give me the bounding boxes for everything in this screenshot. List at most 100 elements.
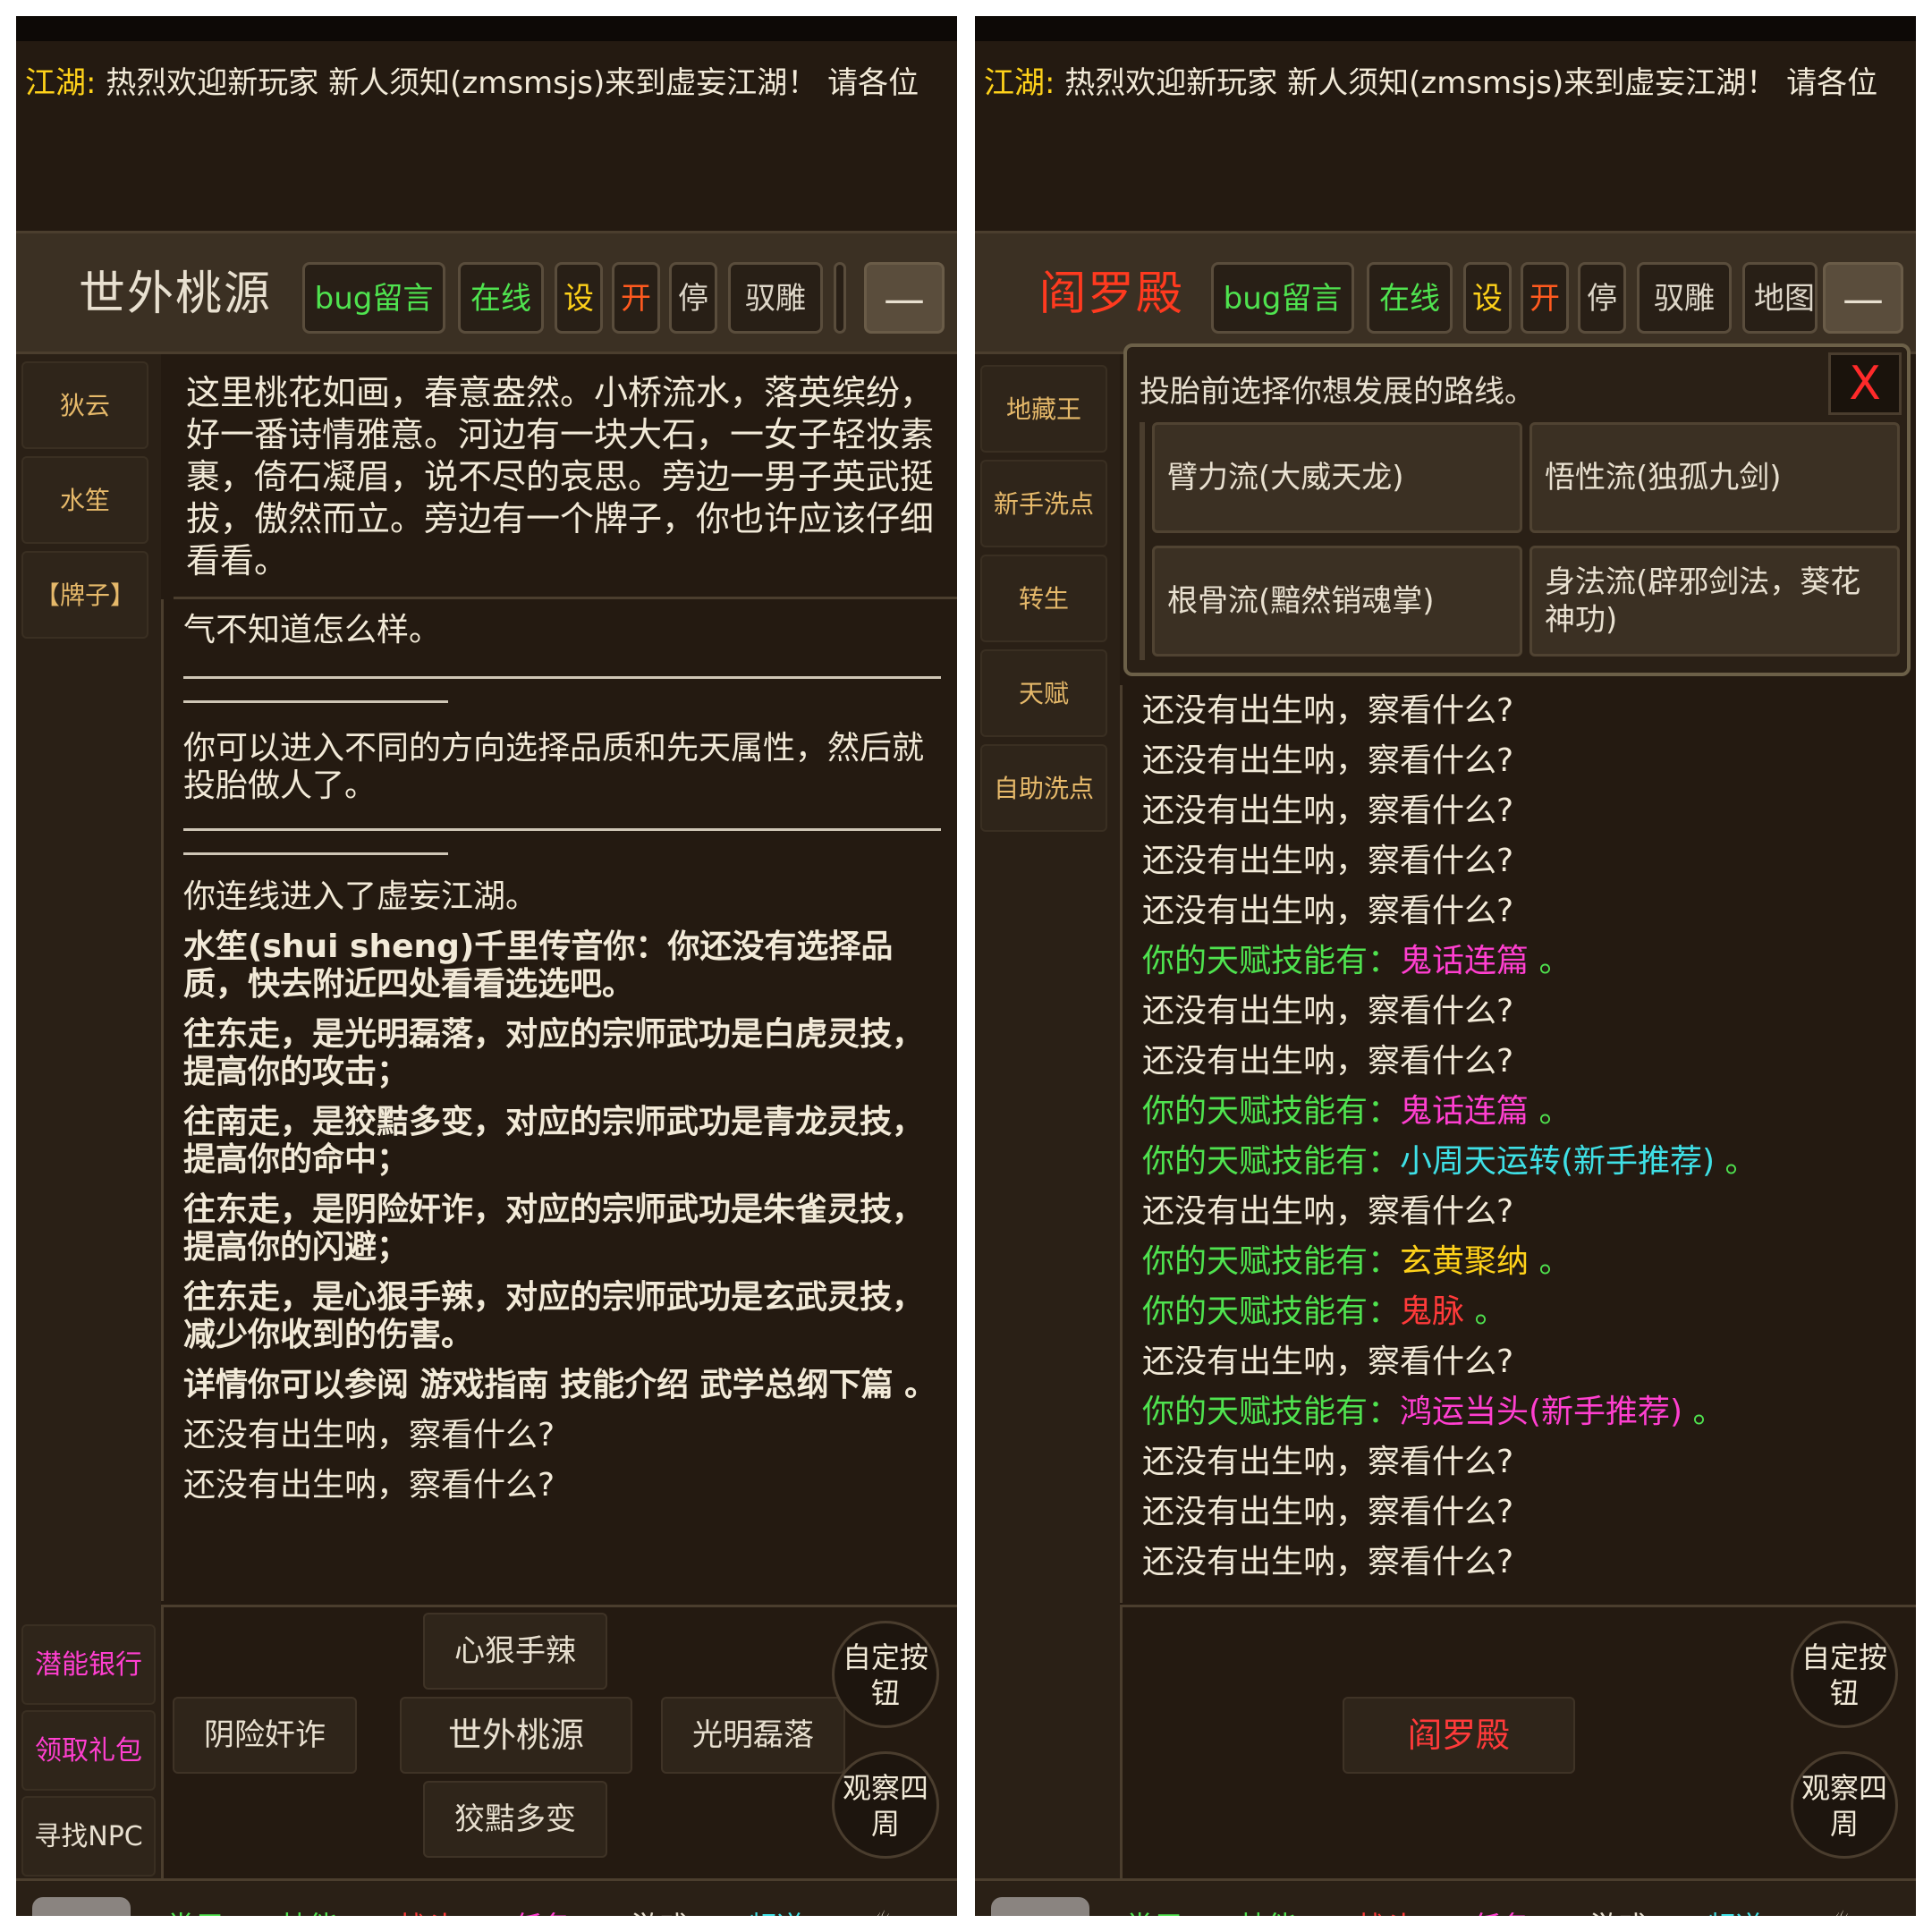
- talent-line: 你的天赋技能有：鸿运当头(新手推荐) 。: [1142, 1394, 1900, 1431]
- steam-icon[interactable]: ♨: [1830, 1904, 1856, 1916]
- tame-eagle-button[interactable]: 驭雕: [728, 262, 823, 334]
- item-button-sign[interactable]: 【牌子】: [21, 551, 148, 639]
- room-header: 世外桃源 bug留言 在线 设 开 停 驭雕 —: [16, 231, 957, 354]
- stop-button[interactable]: 停: [1578, 262, 1626, 334]
- potential-bank-button[interactable]: 潜能银行: [21, 1624, 156, 1705]
- log-line: 还没有出生呐，察看什么?: [1142, 1043, 1514, 1080]
- bottom-tab-bar: 常用 技能 战斗 任务 游戏 频道 ♨: [975, 1878, 1916, 1916]
- tab-common[interactable]: 常用: [1125, 1904, 1182, 1916]
- left-game-screen: 江湖: 热烈欢迎新玩家 新人须知(zmsmsjs)来到虚妄江湖！ 请各位 世外桃…: [16, 16, 957, 1916]
- custom-button[interactable]: 自定按钮: [832, 1621, 939, 1728]
- map-button[interactable]: [834, 262, 846, 334]
- marquee-text: 热烈欢迎新玩家 新人须知(zmsmsjs)来到虚妄江湖！ 请各位: [1055, 65, 1878, 101]
- bug-report-button[interactable]: bug留言: [1211, 262, 1354, 334]
- talent-prefix: 你的天赋技能有：: [1142, 943, 1401, 979]
- log-line: 还没有出生呐，察看什么?: [1142, 1544, 1514, 1580]
- menu-icon[interactable]: [991, 1897, 1089, 1916]
- path-option-comprehension[interactable]: 悟性流(独孤九剑): [1530, 422, 1900, 533]
- tab-channel[interactable]: 频道: [1707, 1904, 1764, 1916]
- tab-skills[interactable]: 技能: [1240, 1904, 1297, 1916]
- talent-skill: 小周天运转(新手推荐): [1400, 1143, 1716, 1180]
- online-button[interactable]: 在线: [1367, 262, 1453, 334]
- log-line: 还没有出生呐，察看什么?: [1142, 893, 1514, 929]
- rebirth-button[interactable]: 转生: [980, 555, 1107, 642]
- tab-combat[interactable]: 战斗: [397, 1904, 454, 1916]
- bug-report-button[interactable]: bug留言: [302, 262, 445, 334]
- talent-skill: 鬼话连篇: [1400, 943, 1530, 979]
- minimize-button[interactable]: —: [864, 262, 945, 334]
- steam-icon[interactable]: ♨: [871, 1904, 897, 1916]
- npc-button-diyun[interactable]: 狄云: [21, 361, 148, 449]
- settings-button[interactable]: 设: [555, 262, 603, 334]
- custom-button[interactable]: 自定按钮: [1791, 1621, 1898, 1728]
- tab-game[interactable]: 游戏: [631, 1904, 689, 1916]
- open-button[interactable]: 开: [1521, 262, 1569, 334]
- dialog-scrollbar[interactable]: [1140, 422, 1145, 660]
- claim-gift-button[interactable]: 领取礼包: [21, 1710, 156, 1791]
- log-divider: [183, 828, 941, 831]
- bottom-tab-bar: 常用 技能 战斗 任务 游戏 频道 ♨: [16, 1878, 957, 1916]
- path-option-strength[interactable]: 臂力流(大威天龙): [1152, 422, 1522, 533]
- look-around-button[interactable]: 观察四周: [832, 1751, 939, 1859]
- exit-north-button[interactable]: 心狠手辣: [423, 1613, 607, 1690]
- current-room-button[interactable]: 阎罗殿: [1343, 1697, 1575, 1774]
- log-line: 还没有出生呐，察看什么?: [1142, 742, 1514, 779]
- talent-button[interactable]: 天赋: [980, 649, 1107, 737]
- find-npc-button[interactable]: 寻找NPC: [21, 1796, 156, 1877]
- log-divider-short: [183, 700, 448, 703]
- tab-quests[interactable]: 任务: [513, 1904, 571, 1916]
- room-header: 阎罗殿 bug留言 在线 设 开 停 驭雕 地图 —: [975, 231, 1916, 354]
- path-option-agility[interactable]: 身法流(辟邪剑法，葵花神功): [1530, 546, 1900, 657]
- exit-south-button[interactable]: 狡黠多变: [423, 1781, 607, 1858]
- right-game-screen: 江湖: 热烈欢迎新玩家 新人须知(zmsmsjs)来到虚妄江湖！ 请各位 阎罗殿…: [975, 16, 1916, 1916]
- newbie-reset-button[interactable]: 新手洗点: [980, 460, 1107, 547]
- path-option-constitution[interactable]: 根骨流(黯然销魂掌): [1152, 546, 1522, 657]
- status-bar: [16, 16, 957, 41]
- minimize-button[interactable]: —: [1823, 262, 1903, 334]
- stop-button[interactable]: 停: [669, 262, 717, 334]
- self-reset-button[interactable]: 自助洗点: [980, 744, 1107, 832]
- talent-line: 你的天赋技能有：玄黄聚纳 。: [1142, 1243, 1900, 1281]
- close-icon[interactable]: X: [1828, 352, 1902, 415]
- log-line: 往东走，是阴险奸诈，对应的宗师武功是朱雀灵技，提高你的闪避；: [183, 1191, 925, 1266]
- talent-prefix: 你的天赋技能有：: [1142, 1394, 1401, 1430]
- log-line: 还没有出生呐，察看什么?: [183, 1467, 555, 1504]
- talent-prefix: 你的天赋技能有：: [1142, 1243, 1401, 1280]
- log-divider: [183, 676, 941, 679]
- online-button[interactable]: 在线: [458, 262, 544, 334]
- menu-icon[interactable]: [32, 1897, 131, 1916]
- exit-east-button[interactable]: 光明磊落: [661, 1697, 845, 1774]
- log-line: 详情你可以参阅 游戏指南 技能介绍 武学总纲下篇 。: [183, 1367, 937, 1403]
- marquee-text: 热烈欢迎新玩家 新人须知(zmsmsjs)来到虚妄江湖！ 请各位: [96, 65, 919, 101]
- tab-common[interactable]: 常用: [166, 1904, 224, 1916]
- log-line: 还没有出生呐，察看什么?: [1142, 843, 1514, 879]
- tab-channel[interactable]: 频道: [748, 1904, 805, 1916]
- tab-skills[interactable]: 技能: [281, 1904, 338, 1916]
- talent-line: 你的天赋技能有：小周天运转(新手推荐) 。: [1142, 1143, 1900, 1181]
- log-line: 往东走，是光明磊落，对应的宗师武功是白虎灵技，提高你的攻击；: [183, 1016, 925, 1090]
- announcement-marquee: 江湖: 热烈欢迎新玩家 新人须知(zmsmsjs)来到虚妄江湖！ 请各位: [984, 52, 1916, 114]
- log-line: 还没有出生呐，察看什么?: [183, 1417, 555, 1453]
- talent-line: 你的天赋技能有：鬼话连篇 。: [1142, 943, 1900, 980]
- talent-end: 。: [1529, 1243, 1572, 1280]
- look-around-button[interactable]: 观察四周: [1791, 1751, 1898, 1859]
- tab-quests[interactable]: 任务: [1472, 1904, 1530, 1916]
- tab-combat[interactable]: 战斗: [1356, 1904, 1413, 1916]
- current-room-button[interactable]: 世外桃源: [400, 1697, 632, 1774]
- tame-eagle-button[interactable]: 驭雕: [1637, 262, 1732, 334]
- tab-game[interactable]: 游戏: [1590, 1904, 1648, 1916]
- log-line: 水笙(shui sheng)千里传音你：你还没有选择品质，快去附近四处看看选选吧…: [183, 928, 894, 1003]
- room-title: 阎罗殿: [1039, 267, 1185, 321]
- open-button[interactable]: 开: [612, 262, 660, 334]
- npc-sidebar: 地藏王 新手洗点 转生 天赋 自助洗点: [975, 354, 1120, 1916]
- npc-button-dizangwang[interactable]: 地藏王: [980, 365, 1107, 453]
- reincarnation-path-dialog: 投胎前选择你想发展的路线。 X 臂力流(大威天龙) 悟性流(独孤九剑) 根骨流(…: [1123, 343, 1911, 676]
- talent-skill: 玄黄聚纳: [1400, 1243, 1530, 1280]
- message-log: 还没有出生呐，察看什么? 还没有出生呐，察看什么? 还没有出生呐，察看什么? 还…: [1120, 685, 1916, 1603]
- log-line: 往南走，是狡黠多变，对应的宗师武功是青龙灵技，提高你的命中；: [183, 1104, 925, 1178]
- npc-button-shuisheng[interactable]: 水笙: [21, 456, 148, 544]
- settings-button[interactable]: 设: [1463, 262, 1512, 334]
- exit-west-button[interactable]: 阴险奸诈: [173, 1697, 357, 1774]
- map-button[interactable]: 地图: [1742, 262, 1818, 334]
- dialog-title: 投胎前选择你想发展的路线。: [1140, 374, 1535, 410]
